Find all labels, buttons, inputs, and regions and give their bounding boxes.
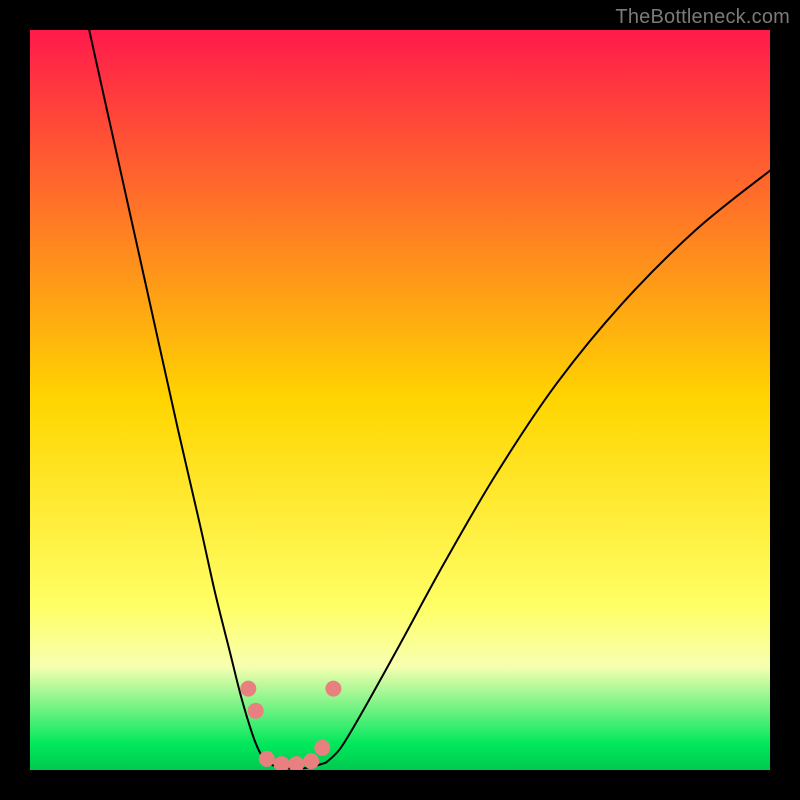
marker-markers-pink [303, 753, 319, 769]
plot-area [30, 30, 770, 770]
marker-markers-pink [248, 703, 264, 719]
chart-svg [30, 30, 770, 770]
marker-markers-pink [314, 740, 330, 756]
marker-markers-pink [325, 681, 341, 697]
watermark-text: TheBottleneck.com [615, 6, 790, 29]
marker-markers-pink [259, 751, 275, 767]
gradient-background [30, 30, 770, 770]
marker-markers-pink [240, 681, 256, 697]
chart-frame: TheBottleneck.com [0, 0, 800, 800]
